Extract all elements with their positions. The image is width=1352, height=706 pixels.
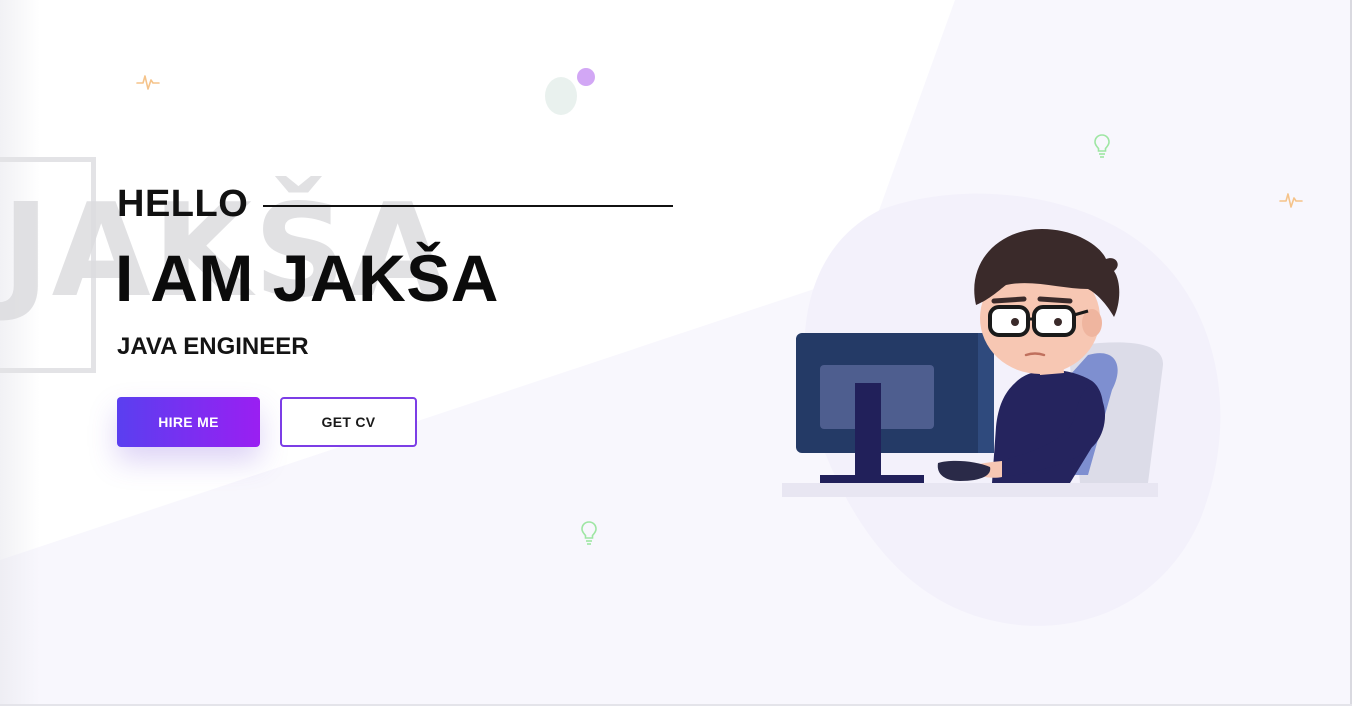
greeting-divider bbox=[263, 205, 673, 207]
pulse-icon bbox=[136, 75, 160, 90]
pulse-icon bbox=[1279, 193, 1303, 208]
lightbulb-icon bbox=[581, 521, 597, 545]
desk bbox=[782, 483, 1158, 497]
role-subtitle: JAVA ENGINEER bbox=[117, 333, 309, 360]
hero-title: I AM JAKŠA bbox=[115, 241, 499, 315]
lightbulb-icon bbox=[1094, 134, 1110, 158]
hire-me-button[interactable]: HIRE ME bbox=[117, 397, 260, 447]
get-cv-button[interactable]: GET CV bbox=[280, 397, 417, 447]
developer-illustration bbox=[782, 229, 1164, 497]
dot-icon bbox=[545, 68, 595, 115]
hero-section: JAKŠA HELLO I AM JAKŠA JAVA ENGINEER HIR… bbox=[0, 0, 1352, 706]
greeting-text: HELLO bbox=[117, 183, 249, 225]
